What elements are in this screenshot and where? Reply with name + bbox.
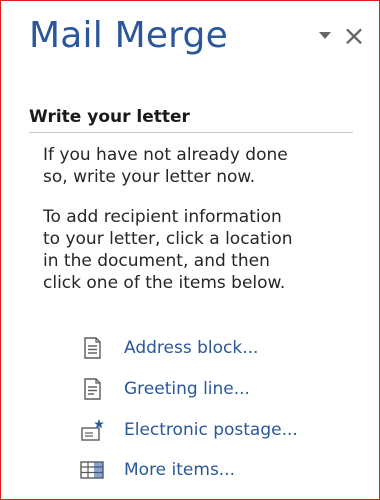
close-icon: × (342, 19, 366, 52)
electronic-postage-icon (81, 419, 104, 441)
address-block-label: Address block... (124, 338, 259, 358)
close-button[interactable]: × (341, 22, 367, 50)
electronic-postage-label: Electronic postage... (124, 420, 298, 440)
more-items-label: More items... (124, 460, 236, 480)
address-block-link[interactable]: Address block... (79, 333, 258, 363)
mail-merge-pane: Mail Merge × Write your letter If you ha… (0, 0, 380, 500)
electronic-postage-link[interactable]: Electronic postage... (79, 415, 298, 445)
more-items-link[interactable]: More items... (79, 455, 235, 485)
greeting-line-label: Greeting line... (124, 379, 250, 399)
address-block-icon (84, 337, 101, 359)
pane-options-icon[interactable] (318, 31, 332, 41)
pane-title: Mail Merge (29, 15, 228, 56)
instruction-text: If you have not already done so, write y… (43, 145, 288, 187)
section-heading: Write your letter (29, 107, 190, 127)
more-items-icon (80, 461, 104, 479)
greeting-line-link[interactable]: Greeting line... (79, 374, 250, 404)
section-divider (29, 132, 353, 133)
greeting-line-icon (84, 378, 101, 400)
recipient-instruction-text: To add recipient information to your let… (43, 207, 293, 293)
